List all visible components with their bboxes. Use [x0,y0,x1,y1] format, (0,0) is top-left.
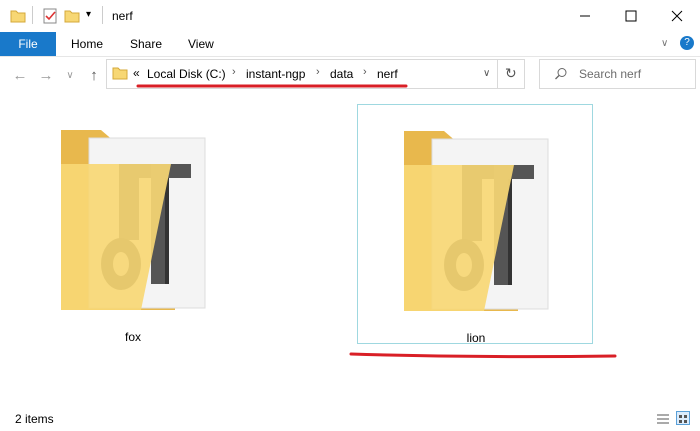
close-button[interactable] [654,0,700,32]
breadcrumb-separator-icon[interactable]: › [316,66,320,78]
back-button[interactable]: ← [8,64,32,86]
help-icon[interactable]: ? [680,36,694,50]
breadcrumb-separator-icon[interactable]: › [232,66,236,78]
recent-locations-chevron-icon[interactable]: ∨ [58,64,82,86]
forward-button[interactable]: → [34,64,58,86]
ribbon-tab-bar [0,32,700,57]
breadcrumb-instant-ngp[interactable]: instant-ngp [246,67,305,81]
properties-icon[interactable] [42,8,58,29]
customize-quick-access-chevron-icon[interactable]: ▾ [86,9,91,20]
details-view-icon[interactable] [656,412,670,430]
breadcrumb-local-disk[interactable]: Local Disk (C:) [147,67,226,81]
folder-thumbnail-icon [61,130,206,310]
new-folder-icon[interactable] [64,8,80,29]
separator [32,6,33,24]
breadcrumb-overflow[interactable]: « [133,66,140,80]
address-dropdown-chevron-icon[interactable]: ∨ [483,68,490,79]
maximize-button[interactable] [608,0,654,32]
breadcrumb-nerf[interactable]: nerf [377,67,398,81]
refresh-icon[interactable]: ↻ [505,65,517,82]
breadcrumb-data[interactable]: data [330,67,353,81]
expand-ribbon-chevron-icon[interactable]: ∨ [661,38,668,49]
tab-share[interactable]: Share [130,32,162,56]
large-icons-view-icon[interactable] [676,411,690,425]
minimize-button[interactable] [562,0,608,32]
tab-file[interactable]: File [0,32,56,56]
annotation-underline-path [349,352,617,359]
folder-icon [10,8,26,29]
tab-view[interactable]: View [188,32,214,56]
up-button[interactable]: ↑ [82,64,106,86]
search-placeholder: Search nerf [579,67,642,81]
folder-name-fox: fox [124,330,141,344]
breadcrumb-separator-icon[interactable]: › [363,66,367,78]
annotation-underline-path [136,84,408,88]
folder-item-fox[interactable]: fox [15,104,251,344]
status-item-count: 2 items [15,412,54,426]
folder-item-lion[interactable]: lion [357,104,593,345]
separator [497,59,498,89]
folder-name-lion: lion [466,331,486,345]
folder-icon [112,65,128,86]
window-title: nerf [112,9,133,23]
separator [102,6,103,24]
search-icon [554,67,568,86]
tab-home[interactable]: Home [71,32,103,56]
folder-thumbnail-icon [404,131,549,311]
